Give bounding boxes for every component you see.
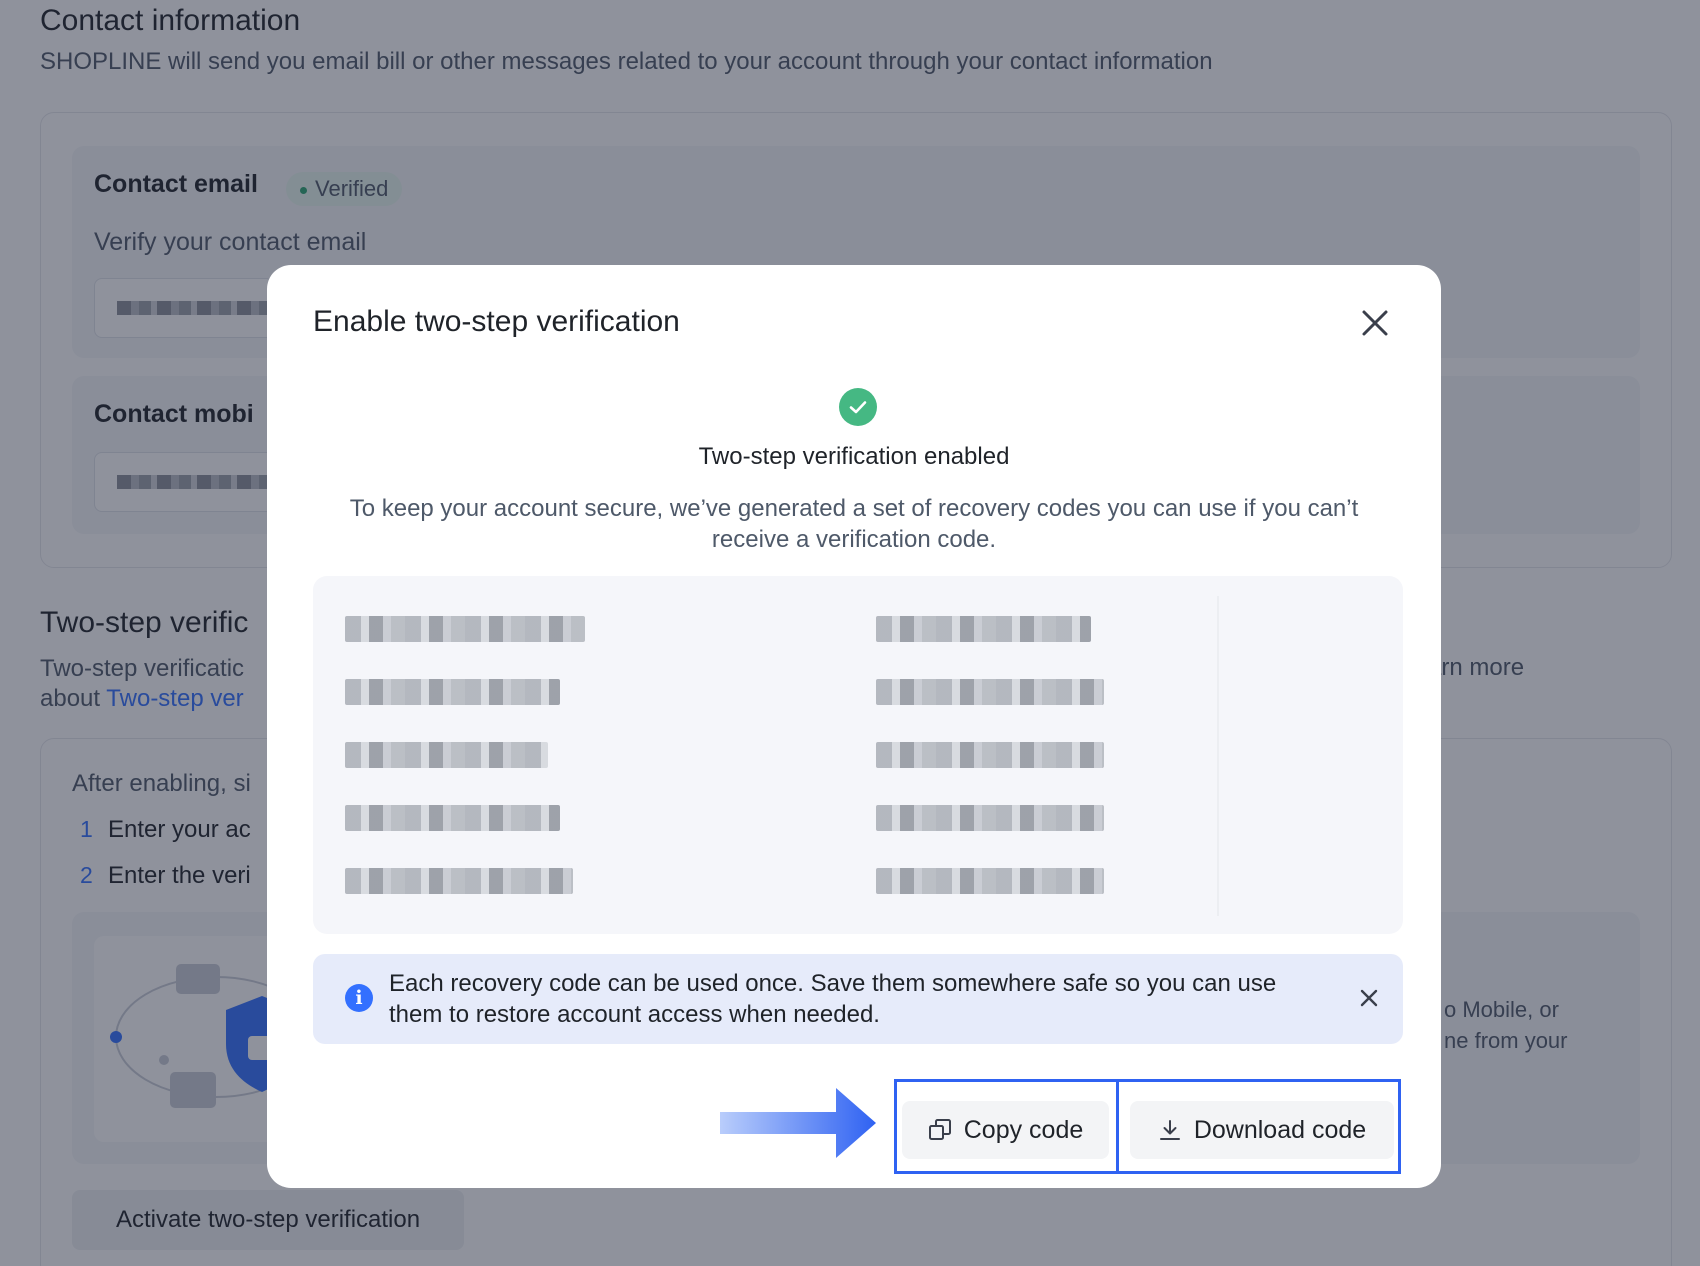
info-icon: i: [345, 984, 373, 1012]
recovery-code-redacted: [876, 805, 1104, 831]
success-description: To keep your account secure, we’ve gener…: [349, 495, 1359, 553]
close-icon: [1360, 989, 1378, 1007]
close-dialog-button[interactable]: [1355, 303, 1395, 343]
dialog-title: Enable two-step verification: [313, 305, 680, 338]
recovery-code-redacted: [345, 868, 573, 894]
enable-two-step-dialog: Enable two-step verification Two-step ve…: [267, 265, 1441, 1188]
recovery-codes-list: [313, 576, 1403, 934]
recovery-code-redacted: [345, 679, 560, 705]
recovery-code-redacted: [345, 805, 560, 831]
recovery-code-redacted: [345, 742, 548, 768]
recovery-code-redacted: [876, 868, 1104, 894]
recovery-code-redacted: [345, 616, 585, 642]
recovery-code-redacted: [876, 616, 1091, 642]
recovery-code-redacted: [876, 679, 1104, 705]
recovery-code-redacted: [876, 742, 1104, 768]
copy-code-highlight: [894, 1079, 1119, 1174]
pointer-arrow-icon: [720, 1088, 876, 1158]
info-alert-text: Each recovery code can be used once. Sav…: [389, 970, 1277, 1028]
info-alert: i Each recovery code can be used once. S…: [313, 954, 1403, 1044]
success-title: Two-step verification enabled: [698, 443, 1010, 470]
download-code-highlight: [1116, 1079, 1401, 1174]
close-alert-button[interactable]: [1357, 986, 1381, 1010]
success-check-icon: [839, 388, 877, 426]
close-icon: [1362, 310, 1388, 336]
codes-divider: [1217, 596, 1219, 916]
